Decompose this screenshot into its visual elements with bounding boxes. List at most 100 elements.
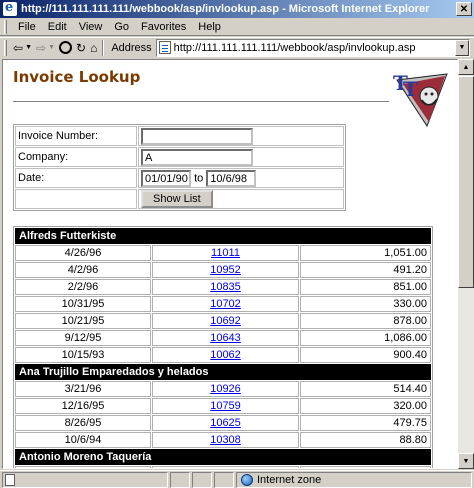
title-bar: http://111.111.111.111/webbook/asp/invlo… [0, 0, 474, 18]
invoice-date: 12/16/95 [15, 398, 151, 414]
invoice-link[interactable]: 10759 [210, 400, 241, 412]
invoice-number-input[interactable] [141, 127, 253, 145]
refresh-button[interactable]: ↻ [74, 39, 88, 57]
status-bar: Internet zone [0, 470, 474, 488]
date-from-input[interactable]: 01/01/90 [141, 169, 191, 187]
table-row: 4/2/96 10952 491.20 [15, 262, 431, 278]
invoice-amount: 1,051.00 [300, 245, 431, 261]
chevron-down-icon: ▼ [25, 44, 32, 51]
invoice-date: 8/26/95 [15, 415, 151, 431]
invoice-link[interactable]: 10062 [210, 349, 241, 361]
company-header-row: Alfreds Futterkiste [15, 228, 431, 244]
invoice-number-cell: 10759 [152, 398, 299, 414]
invoice-number-cell: 10643 [152, 330, 299, 346]
address-url: http://111.111.111.111/webbook/asp/invlo… [173, 41, 416, 54]
invoice-link[interactable]: 10643 [210, 332, 241, 344]
invoice-number-cell [138, 126, 344, 146]
invoice-date: 2/15/96 [15, 466, 151, 468]
invoice-number-cell: 10308 [152, 432, 299, 448]
menu-grip [4, 19, 7, 34]
company-name: Alfreds Futterkiste [15, 228, 431, 244]
zone-label: Internet zone [257, 473, 322, 486]
table-row: 9/12/95 10643 1,086.00 [15, 330, 431, 346]
logo-icon: T T [393, 71, 448, 128]
menu-view[interactable]: View [74, 21, 108, 33]
invoice-date: 10/6/94 [15, 432, 151, 448]
vertical-scrollbar[interactable]: ▲ ▼ [458, 59, 474, 469]
invoice-date: 10/31/95 [15, 296, 151, 312]
refresh-icon: ↻ [76, 40, 87, 55]
ie-icon [3, 0, 17, 16]
forward-arrow-icon: ⇨ [36, 40, 47, 55]
address-dropdown-button[interactable]: ▼ [455, 39, 469, 56]
invoice-date: 3/21/96 [15, 381, 151, 397]
invoice-date: 10/21/95 [15, 313, 151, 329]
table-row: 4/26/96 11011 1,051.00 [15, 245, 431, 261]
results-table: Alfreds Futterkiste 4/26/96 11011 1,051.00 4… [13, 226, 433, 469]
invoice-amount: 900.40 [300, 347, 431, 363]
company-label: Company: [15, 147, 137, 167]
invoice-link[interactable]: 10308 [210, 434, 241, 446]
menu-edit[interactable]: Edit [43, 21, 72, 33]
invoice-number-cell: 10835 [152, 279, 299, 295]
invoice-number-cell: 10692 [152, 313, 299, 329]
invoice-number-cell: 10952 [152, 262, 299, 278]
invoice-amount: 514.40 [300, 381, 431, 397]
home-button[interactable]: ⌂ [88, 39, 99, 57]
heading-divider [13, 101, 389, 103]
invoice-link[interactable]: 10926 [210, 383, 241, 395]
invoice-date: 4/26/96 [15, 245, 151, 261]
invoice-amount: 330.00 [300, 296, 431, 312]
table-row: 3/21/96 10926 514.40 [15, 381, 431, 397]
company-header-row: Ana Trujillo Emparedados y helados [15, 364, 431, 380]
status-pane-main [2, 471, 168, 488]
lookup-form: Invoice Number: Company: A Date: 01/01/9… [13, 124, 346, 211]
scroll-up-button[interactable]: ▲ [458, 59, 474, 75]
stop-button[interactable] [57, 39, 74, 57]
show-list-button[interactable]: Show List [141, 190, 213, 208]
date-to-input[interactable]: 10/6/98 [206, 169, 257, 187]
invoice-number-label: Invoice Number: [15, 126, 137, 146]
button-cell: Show List [138, 189, 344, 209]
toolbar-grip [4, 39, 7, 56]
invoice-amount: 878.00 [300, 313, 431, 329]
menu-file[interactable]: File [13, 21, 41, 33]
page-viewport: Invoice Lookup T T Invoice Number: Compa… [2, 59, 458, 469]
page-icon [158, 41, 171, 54]
home-icon: ⌂ [90, 40, 98, 55]
company-header-row: Antonio Moreno Taquería [15, 449, 431, 465]
close-button[interactable]: ✕ [456, 2, 472, 16]
scroll-thumb[interactable] [458, 76, 474, 288]
invoice-link[interactable]: 10692 [210, 315, 241, 327]
address-field[interactable]: http://111.111.111.111/webbook/asp/invlo… [155, 38, 470, 57]
stop-icon [59, 41, 72, 54]
company-name: Antonio Moreno Taquería [15, 449, 431, 465]
scroll-down-button[interactable]: ▼ [458, 453, 474, 469]
invoice-date: 2/2/96 [15, 279, 151, 295]
date-cell: 01/01/90 to 10/6/98 [138, 168, 344, 188]
back-button[interactable]: ⇦ ▼ [11, 39, 34, 57]
invoice-link[interactable]: 10702 [210, 298, 241, 310]
menu-help[interactable]: Help [193, 21, 226, 33]
menu-go[interactable]: Go [109, 21, 134, 33]
invoice-link[interactable]: 10625 [210, 417, 241, 429]
invoice-link[interactable]: 10856 [210, 468, 241, 469]
invoice-date: 4/2/96 [15, 262, 151, 278]
table-row: 2/15/96 10856 660.00 [15, 466, 431, 469]
status-pane-3 [214, 471, 234, 488]
forward-button[interactable]: ⇨ ▼ [34, 39, 57, 57]
globe-icon [241, 473, 253, 486]
invoice-link[interactable]: 10952 [210, 264, 241, 276]
table-row: 10/31/95 10702 330.00 [15, 296, 431, 312]
table-row: 8/26/95 10625 479.75 [15, 415, 431, 431]
menu-favorites[interactable]: Favorites [136, 21, 191, 33]
invoice-link[interactable]: 10835 [210, 281, 241, 293]
invoice-amount: 479.75 [300, 415, 431, 431]
back-arrow-icon: ⇦ [13, 40, 24, 55]
invoice-amount: 660.00 [300, 466, 431, 468]
invoice-amount: 491.20 [300, 262, 431, 278]
window-title: http://111.111.111.111/webbook/asp/invlo… [21, 3, 430, 15]
invoice-amount: 320.00 [300, 398, 431, 414]
invoice-link[interactable]: 11011 [211, 247, 240, 259]
company-input[interactable]: A [141, 148, 253, 166]
